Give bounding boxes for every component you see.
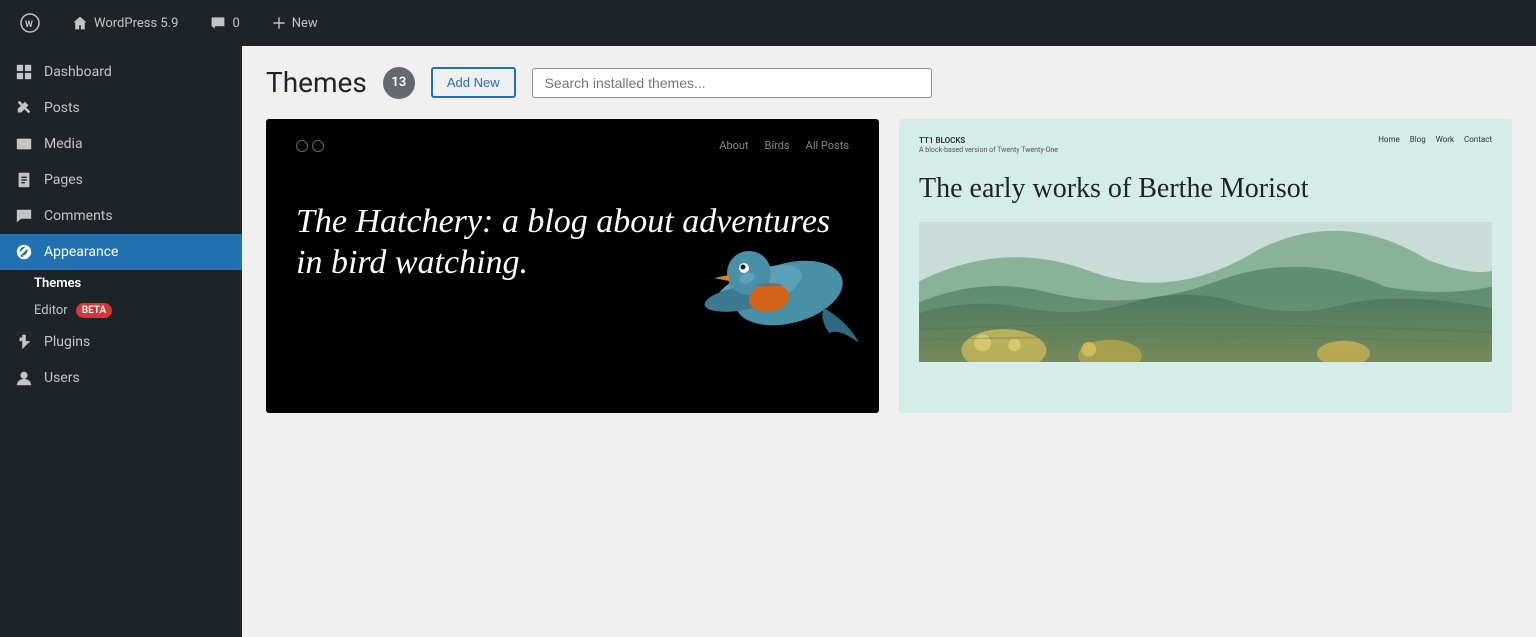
tt1-content: The early works of Berthe Morisot [899,162,1512,413]
theme-card-tt2[interactable]: About Birds All Posts The Hatchery: a bl… [266,119,879,413]
tt1-brand-name: TT1 BLOCKS [919,135,1058,146]
main-layout: Dashboard Posts Media Pages Comments [0,46,1536,637]
tt1-heading: The early works of Berthe Morisot [919,172,1492,206]
add-new-button[interactable]: Add New [431,67,516,98]
sidebar-item-media-label: Media [44,136,83,152]
sidebar-item-pages[interactable]: Pages [0,162,242,198]
tt2-logo-circle1 [296,140,308,152]
theme-card-tt1[interactable]: TT1 BLOCKS A block-based version of Twen… [899,119,1512,413]
tt2-nav-link-allposts: All Posts [806,139,849,152]
editor-subitem-label: Editor [34,303,68,318]
tt2-nav: About Birds All Posts [266,119,879,172]
sidebar-item-media[interactable]: Media [0,126,242,162]
content-area: Themes 13 Add New About Birds [242,46,1536,637]
new-label: New [292,16,318,31]
theme-preview-tt2: About Birds All Posts The Hatchery: a bl… [266,119,879,413]
sidebar-item-appearance-label: Appearance [44,244,118,260]
sidebar-item-dashboard[interactable]: Dashboard [0,54,242,90]
tt1-painting [919,222,1492,362]
tt1-nav-blog: Blog [1410,135,1426,144]
search-input[interactable] [532,68,932,98]
wp-logo-icon: W [20,13,40,33]
sidebar-item-plugins[interactable]: Plugins [0,324,242,360]
admin-bar: W WordPress 5.9 0 New [0,0,1536,46]
tt1-nav-work: Work [1436,135,1454,144]
painting-svg [919,222,1492,362]
new-item[interactable]: New [264,12,326,35]
sidebar-item-users[interactable]: Users [0,360,242,396]
tt1-nav: TT1 BLOCKS A block-based version of Twen… [899,119,1512,162]
tt1-brand-sub: A block-based version of Twenty Twenty-O… [919,146,1058,154]
site-name-label: WordPress 5.9 [94,16,178,31]
tt2-nav-link-about: About [719,139,748,152]
themes-page-title: Themes [266,66,367,99]
sidebar-item-comments-label: Comments [44,208,113,224]
sidebar-item-pages-label: Pages [44,172,83,188]
tt1-brand: TT1 BLOCKS A block-based version of Twen… [919,135,1058,154]
editor-beta-badge: beta [76,303,112,318]
wp-logo-item[interactable]: W [12,9,48,37]
sidebar-item-dashboard-label: Dashboard [44,64,112,80]
bird-svg [659,213,879,353]
tt1-nav-contact: Contact [1464,135,1492,144]
comments-item[interactable]: 0 [202,11,247,35]
sidebar-item-appearance[interactable]: Appearance [0,234,242,270]
sidebar-item-posts-label: Posts [44,100,80,116]
plus-icon [272,16,286,30]
themes-header: Themes 13 Add New [266,66,1512,99]
sidebar-item-plugins-label: Plugins [44,334,90,350]
appearance-submenu: Themes Editor beta [0,270,242,324]
themes-grid: About Birds All Posts The Hatchery: a bl… [266,119,1512,413]
sidebar-subitem-editor[interactable]: Editor beta [14,297,242,324]
themes-count-badge: 13 [383,67,415,99]
sidebar-item-posts[interactable]: Posts [0,90,242,126]
tt2-logo [296,140,324,152]
tt2-logo-circle2 [312,140,324,152]
svg-text:W: W [25,20,33,30]
tt2-nav-links: About Birds All Posts [719,139,849,152]
themes-subitem-label: Themes [34,276,81,291]
tt2-bird [659,213,879,353]
sidebar-subitem-themes[interactable]: Themes [14,270,242,297]
tt1-nav-home: Home [1378,135,1400,144]
pages-icon [14,170,34,190]
sidebar-item-comments[interactable]: Comments [0,198,242,234]
sidebar: Dashboard Posts Media Pages Comments [0,46,242,637]
appearance-icon [14,242,34,262]
home-icon [72,15,88,31]
comments-count: 0 [232,16,239,31]
media-icon [14,134,34,154]
tt2-nav-link-birds: Birds [765,139,790,152]
theme-preview-tt1: TT1 BLOCKS A block-based version of Twen… [899,119,1512,413]
site-name-item[interactable]: WordPress 5.9 [64,11,186,35]
tt1-nav-links: Home Blog Work Contact [1378,135,1492,144]
users-icon [14,368,34,388]
plugins-icon [14,332,34,352]
dashboard-icon [14,62,34,82]
comment-icon [210,15,226,31]
posts-icon [14,98,34,118]
sidebar-item-users-label: Users [44,370,80,386]
comments-icon [14,206,34,226]
